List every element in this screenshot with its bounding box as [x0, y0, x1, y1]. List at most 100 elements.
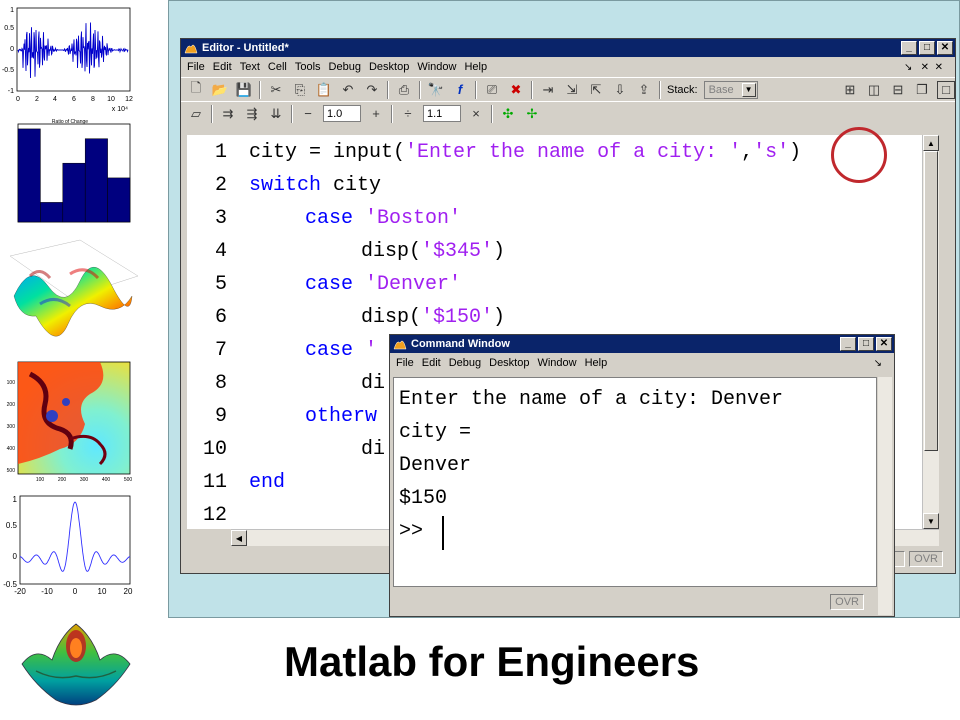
set-breakpoint-icon[interactable]: ⎚	[483, 81, 501, 99]
divide-icon[interactable]: ÷	[399, 105, 417, 123]
copy-icon[interactable]: ⎘	[291, 81, 309, 99]
bar	[107, 177, 131, 223]
menu-help[interactable]: Help	[583, 357, 614, 369]
menu-window[interactable]: Window	[415, 61, 462, 73]
fractal-image-thumbnail: 100 200 300 400 500 100 200 300 400 500	[0, 354, 140, 484]
menu-debug[interactable]: Debug	[447, 357, 487, 369]
maximize-button[interactable]: □	[919, 41, 935, 55]
menu-tools[interactable]: Tools	[293, 61, 327, 73]
menu-help[interactable]: Help	[462, 61, 493, 73]
scroll-left-icon[interactable]: ◀	[231, 530, 247, 546]
maximize-button[interactable]: □	[858, 337, 874, 351]
bar	[40, 202, 64, 223]
dock-controls[interactable]: ↘ ✕ ✕	[902, 62, 949, 73]
float-window-icon[interactable]: ❐	[913, 81, 931, 99]
cut-icon[interactable]: ✂	[267, 81, 285, 99]
text-cursor[interactable]	[442, 516, 444, 550]
matlab-logo-icon	[16, 616, 136, 720]
eval-cell-advance-icon[interactable]: ⇶	[243, 105, 261, 123]
increment-icon[interactable]: +	[367, 105, 385, 123]
code-line-9: otherw	[305, 405, 378, 428]
tick-label: 4	[53, 96, 57, 103]
editor-titlebar[interactable]: Editor - Untitled* _ □ ✕	[181, 39, 955, 57]
bar	[62, 162, 86, 223]
split-horizontal-icon[interactable]: ⊟	[889, 81, 907, 99]
eval-file-icon[interactable]: ⇊	[267, 105, 285, 123]
redo-icon[interactable]: ↷	[363, 81, 381, 99]
menu-edit[interactable]: Edit	[420, 357, 447, 369]
surface-plot-thumbnail	[0, 236, 140, 354]
menu-window[interactable]: Window	[535, 357, 582, 369]
tile-grid-icon[interactable]: ⊞	[841, 81, 859, 99]
new-file-icon[interactable]: 🗋	[187, 80, 205, 99]
scroll-down-icon[interactable]: ▼	[923, 513, 939, 529]
tick-label: 12	[125, 96, 133, 103]
menu-edit[interactable]: Edit	[211, 61, 238, 73]
command-window-scrollbar[interactable]	[878, 377, 892, 615]
stack-select[interactable]: Base ▼	[703, 80, 758, 99]
step-out-icon[interactable]: ⇱	[587, 81, 605, 99]
open-folder-icon[interactable]: 📂	[211, 81, 229, 99]
save-icon[interactable]: 💾	[235, 81, 253, 99]
command-window-title: Command Window	[411, 338, 510, 350]
decrement-icon[interactable]: −	[299, 105, 317, 123]
line-number: 10	[202, 438, 227, 461]
output-line: $150	[399, 487, 448, 510]
tick-label: 500	[124, 477, 133, 483]
show-cell-titles-icon[interactable]: ✢	[523, 105, 541, 123]
line-number: 12	[202, 504, 227, 527]
divide-value-field[interactable]: 1.1	[423, 105, 461, 122]
code-line-5: case 'Denver'	[305, 273, 462, 296]
command-prompt: >>	[399, 520, 424, 543]
command-window-titlebar[interactable]: Command Window _ □ ✕	[390, 335, 894, 353]
menu-cell[interactable]: Cell	[266, 61, 293, 73]
editor-vertical-scrollbar[interactable]: ▲ ▼	[922, 135, 939, 529]
scroll-up-icon[interactable]: ▲	[923, 135, 939, 151]
cell-mode-icon[interactable]: ▱	[187, 105, 205, 123]
function-icon[interactable]: f	[451, 81, 469, 99]
command-window[interactable]: Command Window _ □ ✕ File Edit Debug Des…	[389, 334, 895, 617]
step-in-icon[interactable]: ⇲	[563, 81, 581, 99]
annotation-circle	[831, 127, 887, 183]
tick-label: 400	[7, 446, 16, 452]
output-line: Enter the name of a city: Denver	[399, 388, 784, 411]
code-line-2: switch city	[249, 174, 382, 197]
menu-text[interactable]: Text	[238, 61, 266, 73]
command-output-pane[interactable]: Enter the name of a city: Denver city = …	[393, 377, 877, 587]
tick-label: 8	[91, 96, 95, 103]
menu-file[interactable]: File	[394, 357, 420, 369]
clear-breakpoints-icon[interactable]: ✖	[507, 81, 525, 99]
close-button[interactable]: ✕	[937, 41, 953, 55]
minimize-button[interactable]: _	[840, 337, 856, 351]
cell-toolbar: ▱ ⇉ ⇶ ⇊ − 1.0 + ÷ 1.1 × ✣ ✢	[181, 101, 955, 125]
continue-icon[interactable]: ⇩	[611, 81, 629, 99]
step-icon[interactable]: ⇥	[539, 81, 557, 99]
split-vertical-icon[interactable]: ◫	[865, 81, 883, 99]
editor-toolbar: 🗋 📂 💾 ✂ ⎘ 📋 ↶ ↷ ⎙ 🔭 f ⎚ ✖ ⇥ ⇲ ⇱ ⇩ ⇪ Stac…	[181, 77, 955, 101]
tick-label: 300	[7, 424, 16, 430]
line-number: 8	[214, 372, 227, 395]
line-number: 9	[214, 405, 227, 428]
exit-debug-icon[interactable]: ⇪	[635, 81, 653, 99]
single-window-icon[interactable]: □	[937, 80, 955, 99]
menu-desktop[interactable]: Desktop	[487, 357, 535, 369]
sinc-plot-thumbnail: 1 0.5 0 -0.5 -20 -10 0 10 20	[0, 488, 140, 606]
menu-debug[interactable]: Debug	[327, 61, 367, 73]
close-button[interactable]: ✕	[876, 337, 892, 351]
menu-desktop[interactable]: Desktop	[367, 61, 415, 73]
code-line-3: case 'Boston'	[305, 207, 462, 230]
minimize-button[interactable]: _	[901, 41, 917, 55]
insert-cell-icon[interactable]: ✣	[499, 105, 517, 123]
eval-cell-icon[interactable]: ⇉	[219, 105, 237, 123]
code-line-4: disp('$345')	[361, 240, 506, 263]
print-icon[interactable]: ⎙	[395, 81, 413, 99]
dock-icon[interactable]: ↘	[872, 358, 888, 369]
paste-icon[interactable]: 📋	[315, 81, 333, 99]
menu-file[interactable]: File	[185, 61, 211, 73]
tick-label: 300	[80, 477, 89, 483]
decrement-value-field[interactable]: 1.0	[323, 105, 361, 122]
multiply-icon[interactable]: ×	[467, 105, 485, 123]
undo-icon[interactable]: ↶	[339, 81, 357, 99]
scroll-thumb[interactable]	[924, 151, 938, 451]
find-icon[interactable]: 🔭	[427, 81, 445, 99]
